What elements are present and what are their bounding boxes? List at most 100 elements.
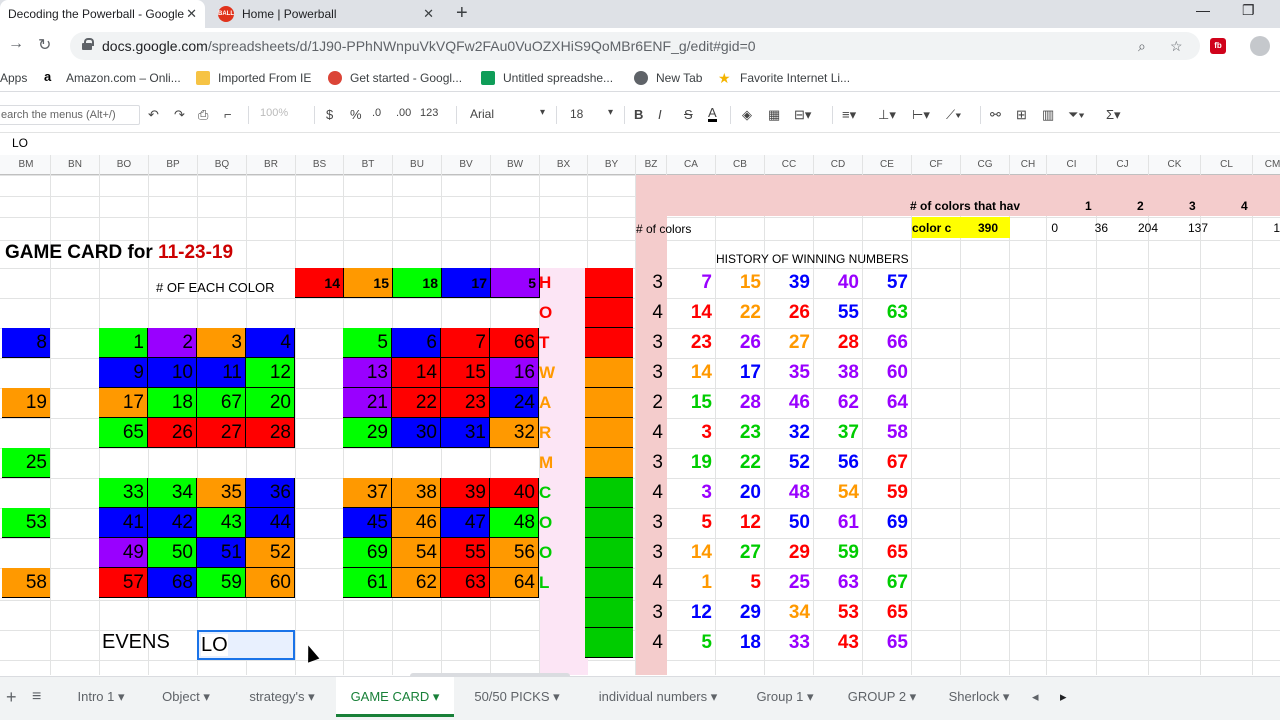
card-left-cell[interactable]: 65 [99,418,148,448]
print-icon[interactable]: ⎙ [198,107,208,123]
chevron-down-icon[interactable]: ▾ [540,107,545,118]
minimize-icon[interactable]: — [1196,2,1210,18]
column-header-bv[interactable]: BV [442,155,491,175]
column-header-bs[interactable]: BS [296,155,344,175]
sheet-tab-intro-1[interactable]: Intro 1 ▾ [62,677,140,717]
currency-button[interactable]: $ [326,107,333,122]
sheet-tab-object[interactable]: Object ▾ [144,677,228,717]
column-header-cd[interactable]: CD [814,155,863,175]
card-left-cell[interactable]: 41 [99,508,148,538]
card-left-cell[interactable]: 20 [246,388,295,418]
card-left-cell[interactable]: 3 [197,328,246,358]
card-right-cell[interactable]: 30 [392,418,441,448]
sheet-tab-50-50-picks[interactable]: 50/50 PICKS ▾ [458,677,576,717]
increase-decimal-button[interactable]: .00 [396,107,411,119]
card-right-cell[interactable]: 40 [490,478,539,508]
card-left-cell[interactable]: 36 [246,478,295,508]
bookmark-new-tab[interactable]: New Tab [634,71,702,85]
forward-icon[interactable]: → [8,35,24,53]
column-header-cj[interactable]: CJ [1097,155,1149,175]
formula-bar[interactable]: LO [0,132,1280,154]
column-header-cf[interactable]: CF [912,155,961,175]
card-right-cell[interactable]: 62 [392,568,441,598]
bookmark-star-icon[interactable]: ☆ [1170,38,1183,55]
column-header-bn[interactable]: BN [51,155,100,175]
sheet-tab-strategy-s[interactable]: strategy's ▾ [232,677,332,717]
card-left-cell[interactable]: 67 [197,388,246,418]
card-left-cell[interactable]: 52 [246,538,295,568]
card-left-cell[interactable]: 17 [99,388,148,418]
browser-tab-decoding[interactable]: Decoding the Powerball - Google ✕ [0,0,205,28]
scroll-tabs-left-icon[interactable]: ◂ [1032,677,1039,717]
card-left-cell[interactable]: 44 [246,508,295,538]
card-left-cell[interactable]: 18 [148,388,197,418]
sheet-tab-individual-numbers[interactable]: individual numbers ▾ [580,677,736,717]
card-left-cell[interactable]: 4 [246,328,295,358]
restore-icon[interactable]: ❐ [1242,2,1255,19]
card-right-cell[interactable]: 22 [392,388,441,418]
card-left-cell[interactable]: 43 [197,508,246,538]
card-left-cell[interactable]: 1 [99,328,148,358]
card-left-cell[interactable]: 12 [246,358,295,388]
undo-icon[interactable]: ↶ [148,107,159,123]
column-header-bt[interactable]: BT [344,155,393,175]
sheet-tab-group-2[interactable]: GROUP 2 ▾ [834,677,930,717]
font-select[interactable]: Arial [470,107,494,121]
percent-button[interactable]: % [350,107,362,122]
redo-icon[interactable]: ↷ [174,107,185,123]
card-left-cell[interactable]: 11 [197,358,246,388]
fill-color-icon[interactable]: ◈ [742,107,752,123]
card-right-cell[interactable]: 5 [343,328,392,358]
url-bar[interactable]: docs.google.com/spreadsheets/d/1J90-PPhN… [70,32,1200,60]
card-left-cell[interactable]: 68 [148,568,197,598]
card-right-cell[interactable]: 21 [343,388,392,418]
zoom-search-icon[interactable]: ⌕ [1138,38,1146,55]
card-right-cell[interactable]: 16 [490,358,539,388]
left-number-cell[interactable]: 8 [2,328,50,358]
bookmark-favorite-links[interactable]: ★ Favorite Internet Li... [718,71,850,85]
card-right-cell[interactable]: 48 [490,508,539,538]
column-header-bo[interactable]: BO [100,155,149,175]
card-right-cell[interactable]: 6 [392,328,441,358]
bookmark-get-started[interactable]: Get started - Googl... [328,71,462,85]
card-right-cell[interactable]: 69 [343,538,392,568]
card-right-cell[interactable]: 23 [441,388,490,418]
card-right-cell[interactable]: 14 [392,358,441,388]
insert-link-icon[interactable]: ⚯ [990,107,1001,123]
column-header-bz[interactable]: BZ [636,155,667,175]
profile-avatar[interactable] [1250,36,1270,56]
card-right-cell[interactable]: 37 [343,478,392,508]
scroll-tabs-right-icon[interactable]: ▸ [1060,677,1067,717]
menu-search-input[interactable]: earch the menus (Alt+/) [0,105,140,125]
sheet-tab-game-card[interactable]: GAME CARD ▾ [336,677,454,717]
card-right-cell[interactable]: 56 [490,538,539,568]
bookmark-apps[interactable]: Apps [0,71,27,85]
column-header-cc[interactable]: CC [765,155,814,175]
zoom-select[interactable]: 100% [260,107,288,119]
column-header-ce[interactable]: CE [863,155,912,175]
card-right-cell[interactable]: 55 [441,538,490,568]
card-left-cell[interactable]: 27 [197,418,246,448]
card-right-cell[interactable]: 24 [490,388,539,418]
bookmark-amazon[interactable]: a Amazon.com – Onli... [44,70,181,85]
card-right-cell[interactable]: 61 [343,568,392,598]
card-left-cell[interactable]: 60 [246,568,295,598]
filter-icon[interactable]: ⏷▾ [1068,107,1085,123]
column-header-cb[interactable]: CB [716,155,765,175]
paint-format-icon[interactable]: ⌐ [224,107,232,122]
column-header-ci[interactable]: CI [1047,155,1097,175]
add-sheet-icon[interactable]: + [6,677,17,717]
column-header-bp[interactable]: BP [149,155,198,175]
card-left-cell[interactable]: 28 [246,418,295,448]
card-right-cell[interactable]: 64 [490,568,539,598]
chevron-down-icon[interactable]: ▾ [608,107,613,118]
bookmark-untitled-spreadsheet[interactable]: Untitled spreadshe... [481,71,613,85]
card-right-cell[interactable]: 63 [441,568,490,598]
card-right-cell[interactable]: 54 [392,538,441,568]
new-tab-button[interactable]: + [456,2,468,25]
card-left-cell[interactable]: 49 [99,538,148,568]
more-formats-button[interactable]: 123 [420,107,438,119]
left-number-cell[interactable]: 53 [2,508,50,538]
insert-comment-icon[interactable]: ⊞ [1016,107,1027,123]
text-rotation-icon[interactable]: ⟋▾ [946,107,961,123]
